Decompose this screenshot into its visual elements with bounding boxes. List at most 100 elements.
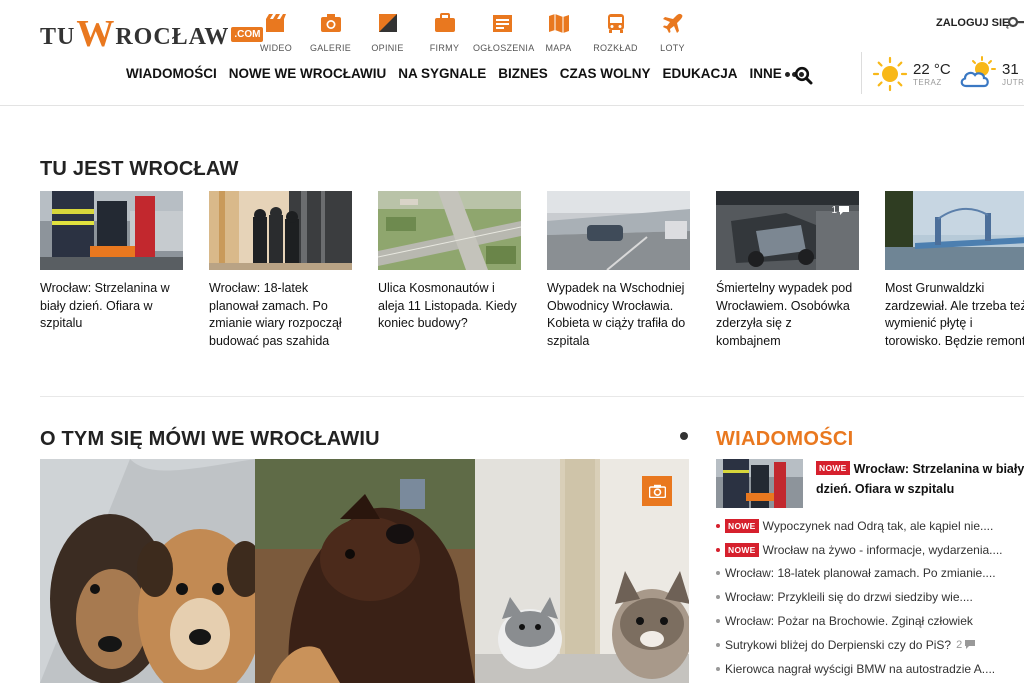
section-title-o-tym-sie-mowi: O TYM SIĘ MÓWI WE WROCŁAWIU xyxy=(40,428,380,450)
news-list-item-title[interactable]: Wypoczynek nad Odrą tak, ale kąpiel nie.… xyxy=(763,519,994,533)
news-list-item[interactable]: Kierowca nagrał wyścigi BMW na autostrad… xyxy=(716,657,1003,681)
article-card[interactable]: Ulica Kosmonautów i aleja 11 Listopada. … xyxy=(378,191,521,350)
article-title[interactable]: Wypadek na Wschodniej Obwodnicy Wrocławi… xyxy=(547,280,690,350)
weather-tomorrow-label: JUTR xyxy=(1002,77,1024,87)
article-card[interactable]: Most Grunwaldzki zardzewiał. Ale trzeba … xyxy=(885,191,1024,350)
nav-nowe-we-wroclawiu[interactable]: NOWE WE WROCŁAWIU xyxy=(229,66,386,81)
news-list-item[interactable]: NOWE Wrocław na żywo - informacje, wydarz… xyxy=(716,538,1003,562)
classifieds-icon xyxy=(492,15,512,32)
map-icon xyxy=(548,14,569,33)
news-list-item[interactable]: Wrocław: Pożar na Brochowie. Zginął czło… xyxy=(716,609,1003,633)
article-thumbnail[interactable] xyxy=(885,191,1024,270)
article-title[interactable]: Wrocław: 18-latek planował zamach. Po zm… xyxy=(209,280,352,350)
news-list-item-title[interactable]: Wrocław: Pożar na Brochowie. Zginął czło… xyxy=(725,614,973,628)
news-list-item[interactable]: Sutrykowi bliżej do Derpienski czy do Pi… xyxy=(716,633,1003,657)
article-thumbnail[interactable] xyxy=(40,191,183,270)
article-title[interactable]: Most Grunwaldzki zardzewiał. Ale trzeba … xyxy=(885,280,1024,350)
bullet-icon xyxy=(716,619,720,624)
top-link-firmy[interactable]: FIRMY xyxy=(416,12,473,56)
article-card[interactable]: Wrocław: Strzelanina w biały dzień. Ofia… xyxy=(40,191,183,350)
top-link-label: GALERIE xyxy=(309,43,352,53)
camera-icon xyxy=(320,14,341,32)
news-list-item-title[interactable]: Sutrykowi bliżej do Derpienski czy do Pi… xyxy=(725,638,951,652)
news-list-item-title[interactable]: Kierowca nagrał wyścigi BMW na autostrad… xyxy=(725,662,995,676)
top-link-label: WIDEO xyxy=(260,43,292,53)
nav-edukacja[interactable]: EDUKACJA xyxy=(663,66,738,81)
section-divider xyxy=(40,396,1024,397)
top-link-rozklad[interactable]: ROZKŁAD xyxy=(587,12,644,56)
news-list-item[interactable]: NOWE Wypoczynek nad Odrą tak, ale kąpiel … xyxy=(716,514,1003,538)
lead-news-title[interactable]: NOWE Wrocław: Strzelanina w biały dzień. … xyxy=(816,459,1024,499)
weather-today[interactable]: 22 °C TERAZ xyxy=(872,56,951,92)
news-list-item-title[interactable]: Wrocław na żywo - informacje, wydarzenia… xyxy=(763,543,1003,557)
bullet-icon xyxy=(716,547,720,552)
news-list-item[interactable]: Wrocław: Przykleili się do drzwi siedzib… xyxy=(716,585,1003,609)
site-logo[interactable]: TU W ROCŁAW .COM xyxy=(40,12,264,55)
logo-letter-w: W xyxy=(76,13,115,55)
article-card[interactable]: 1 Śmiertelny wypadek pod Wrocławiem. Oso… xyxy=(716,191,859,350)
top-link-label: ROZKŁAD xyxy=(593,43,638,53)
hero-gallery-image[interactable] xyxy=(40,459,689,683)
top-link-label: OGŁOSZENIA xyxy=(473,43,535,53)
weather-tomorrow[interactable]: 31 JUTR xyxy=(958,56,1024,92)
news-list-item-title[interactable]: Wrocław: 18-latek planował zamach. Po zm… xyxy=(725,566,996,580)
article-card[interactable]: Wrocław: 18-latek planował zamach. Po zm… xyxy=(209,191,352,350)
camera-icon xyxy=(648,484,666,498)
nav-wiadomosci[interactable]: WIADOMOŚCI xyxy=(126,66,217,81)
top-link-mapa[interactable]: MAPA xyxy=(530,12,587,56)
news-list: NOWE Wypoczynek nad Odrą tak, ale kąpiel … xyxy=(716,514,1003,681)
top-link-label: LOTY xyxy=(660,43,685,53)
logo-text-wroclaw: ROCŁAW xyxy=(115,24,230,50)
article-title[interactable]: Ulica Kosmonautów i aleja 11 Listopada. … xyxy=(378,280,521,333)
main-nav: WIADOMOŚCI NOWE WE WROCŁAWIU NA SYGNALE … xyxy=(126,66,816,81)
lead-news-thumbnail[interactable] xyxy=(716,459,803,508)
bullet-icon xyxy=(716,595,720,600)
top-link-wideo[interactable]: WIDEO xyxy=(250,12,302,56)
comment-icon xyxy=(965,640,976,650)
search-icon[interactable] xyxy=(794,66,813,85)
article-card[interactable]: Wypadek na Wschodniej Obwodnicy Wrocławi… xyxy=(547,191,690,350)
new-badge: NOWE xyxy=(725,542,759,557)
logo-text-tu: TU xyxy=(40,24,76,50)
news-list-item[interactable]: Wrocław: 18-latek planował zamach. Po zm… xyxy=(716,562,1003,586)
carousel-dot[interactable] xyxy=(680,432,688,440)
bullet-icon xyxy=(716,666,720,671)
weather-divider xyxy=(861,52,862,94)
featured-cards: Wrocław: Strzelanina w biały dzień. Ofia… xyxy=(40,191,1024,350)
opinion-icon xyxy=(378,14,397,32)
nav-czas-wolny[interactable]: CZAS WOLNY xyxy=(560,66,651,81)
article-thumbnail[interactable] xyxy=(378,191,521,270)
news-list-item-title[interactable]: Wrocław: Przykleili się do drzwi siedzib… xyxy=(725,590,973,604)
top-icon-bar: WIDEO GALERIE OPINIE FIRMY OGŁOSZENIA MA… xyxy=(250,12,701,56)
article-thumbnail[interactable] xyxy=(547,191,690,270)
cloud-sun-icon xyxy=(960,56,996,88)
article-title[interactable]: Śmiertelny wypadek pod Wrocławiem. Osobó… xyxy=(716,280,859,350)
login-link[interactable]: ZALOGUJ SIĘ xyxy=(936,17,1009,29)
top-link-opinie[interactable]: OPINIE xyxy=(359,12,416,56)
comment-icon xyxy=(839,206,849,215)
section-title-wiadomosci[interactable]: WIADOMOŚCI xyxy=(716,428,853,451)
nav-biznes[interactable]: BIZNES xyxy=(498,66,548,81)
gallery-camera-badge[interactable] xyxy=(642,476,672,506)
weather-today-temp: 22 °C xyxy=(913,60,951,78)
briefcase-icon xyxy=(434,13,455,32)
nav-inne-label: INNE xyxy=(749,66,782,81)
top-link-loty[interactable]: LOTY xyxy=(644,12,701,56)
top-link-ogloszenia[interactable]: OGŁOSZENIA xyxy=(473,12,534,56)
comment-count-badge[interactable]: 1 xyxy=(831,205,849,216)
article-thumbnail[interactable]: 1 xyxy=(716,191,859,270)
weather-today-label: TERAZ xyxy=(913,77,942,87)
section-title-tu-jest-wroclaw: TU JEST WROCŁAW xyxy=(40,158,239,180)
top-link-label: OPINIE xyxy=(371,43,404,53)
site-header: TU W ROCŁAW .COM WIDEO GALERIE OPINIE FI… xyxy=(0,0,1024,106)
key-icon[interactable] xyxy=(1008,14,1024,30)
article-thumbnail[interactable] xyxy=(209,191,352,270)
bus-icon xyxy=(607,14,624,33)
plane-icon xyxy=(662,13,682,33)
nav-na-sygnale[interactable]: NA SYGNALE xyxy=(398,66,486,81)
top-link-label: MAPA xyxy=(545,43,572,53)
bullet-icon xyxy=(716,523,720,528)
article-title[interactable]: Wrocław: Strzelanina w biały dzień. Ofia… xyxy=(40,280,183,333)
top-link-galerie[interactable]: GALERIE xyxy=(302,12,359,56)
lead-news-item[interactable]: NOWE Wrocław: Strzelanina w biały dzień. … xyxy=(716,459,1024,508)
